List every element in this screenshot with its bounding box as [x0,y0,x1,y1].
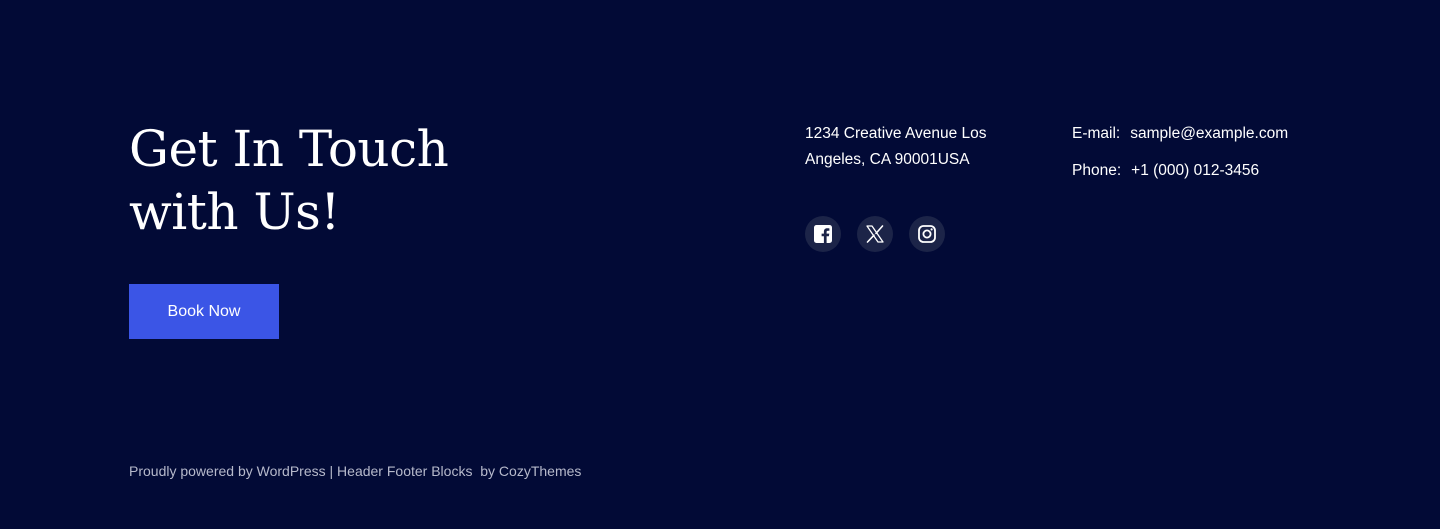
x-twitter-icon [866,225,884,243]
site-footer: Get In Touch with Us! Book Now 1234 Crea… [0,0,1440,529]
email-label: E-mail: [1072,125,1121,142]
social-links [805,216,945,252]
phone-row: Phone: +1 (000) 012-3456 [1072,158,1392,184]
facebook-link[interactable] [805,216,841,252]
x-twitter-link[interactable] [857,216,893,252]
plugin-link[interactable]: Header Footer Blocks [337,463,472,479]
footer-address: 1234 Creative Avenue Los Angeles, CA 900… [805,121,1035,173]
phone-link[interactable]: +1 (000) 012-3456 [1131,162,1259,180]
email-link[interactable]: sample@example.com [1130,125,1288,143]
credits-prefix: Proudly powered by [129,463,257,479]
credits-by: by [472,463,499,479]
phone-label: Phone: [1072,162,1122,179]
credits-separator: | [325,463,338,479]
footer-credits: Proudly powered by WordPress | Header Fo… [129,463,581,479]
facebook-icon [814,225,832,243]
wordpress-link[interactable]: WordPress [257,463,326,479]
address-line1: 1234 Creative Avenue Los [805,125,987,142]
footer-contact: E-mail: sample@example.com Phone: +1 (00… [1072,121,1392,195]
footer-heading-line2: with Us! [129,183,340,241]
footer-heading: Get In Touch with Us! [129,118,549,244]
author-link[interactable]: CozyThemes [499,463,581,479]
instagram-link[interactable] [909,216,945,252]
book-now-button[interactable]: Book Now [129,284,279,339]
address-line2: Angeles, CA 90001USA [805,151,970,168]
instagram-icon [918,225,936,243]
footer-heading-line1: Get In Touch [129,120,449,178]
email-row: E-mail: sample@example.com [1072,121,1392,147]
